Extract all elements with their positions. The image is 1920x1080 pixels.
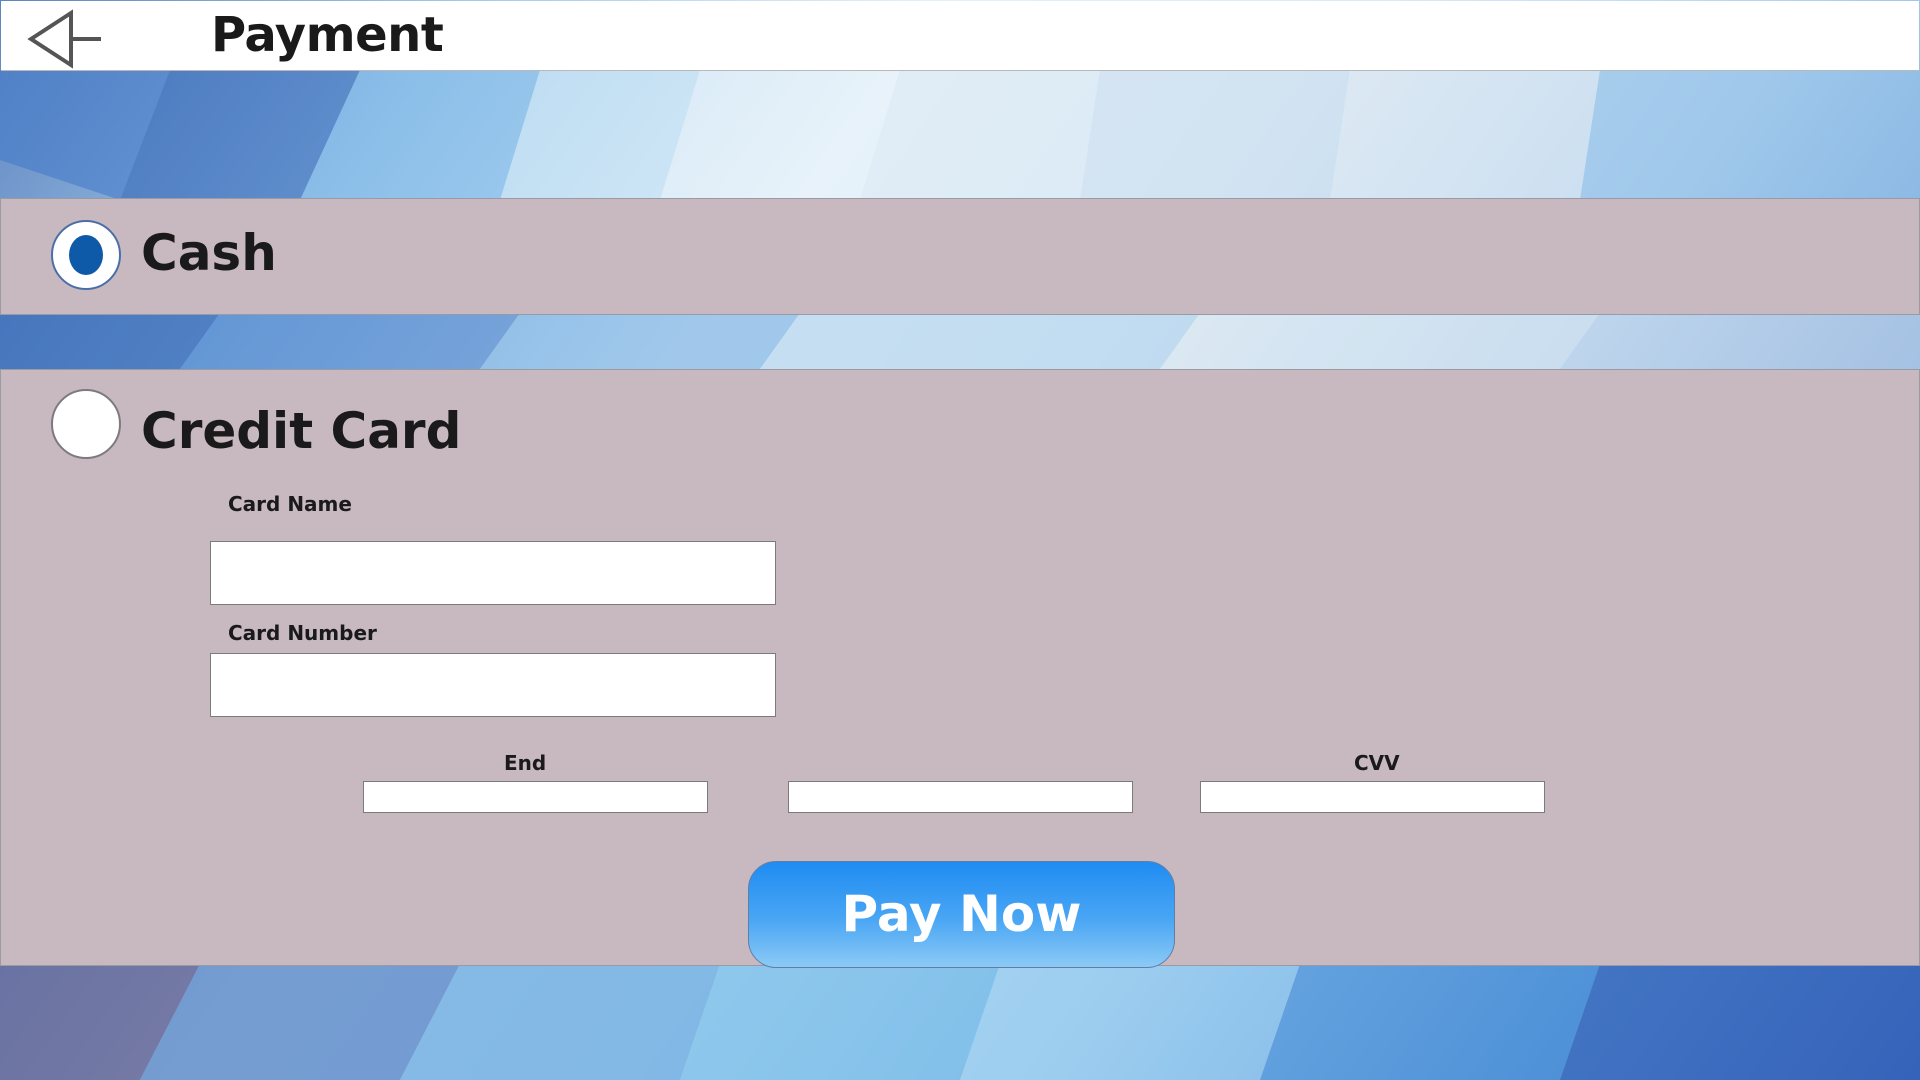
end-month-input[interactable] — [363, 781, 708, 813]
credit-card-radio[interactable] — [51, 389, 121, 459]
card-name-input[interactable] — [210, 541, 776, 605]
cash-radio[interactable] — [51, 220, 121, 290]
back-arrow-icon — [27, 9, 101, 69]
cvv-input[interactable] — [1200, 781, 1545, 813]
top-bar: Payment — [1, 1, 1919, 71]
page-title: Payment — [211, 7, 444, 63]
card-number-input[interactable] — [210, 653, 776, 717]
card-name-label: Card Name — [228, 492, 352, 516]
payment-screen: Payment Cash Credit Card Card Name Card … — [0, 0, 1920, 1080]
end-label: End — [504, 751, 547, 775]
credit-card-option-panel: Credit Card Card Name Card Number End CV… — [0, 369, 1920, 968]
card-number-label: Card Number — [228, 621, 377, 645]
credit-card-label: Credit Card — [141, 402, 462, 460]
end-year-input[interactable] — [788, 781, 1133, 813]
pay-now-button[interactable]: Pay Now — [748, 861, 1175, 968]
back-button[interactable] — [25, 9, 105, 69]
cvv-label: CVV — [1354, 751, 1400, 775]
cash-option-panel[interactable]: Cash — [0, 198, 1920, 315]
radio-selected-dot — [69, 235, 103, 275]
cash-label: Cash — [141, 224, 277, 282]
